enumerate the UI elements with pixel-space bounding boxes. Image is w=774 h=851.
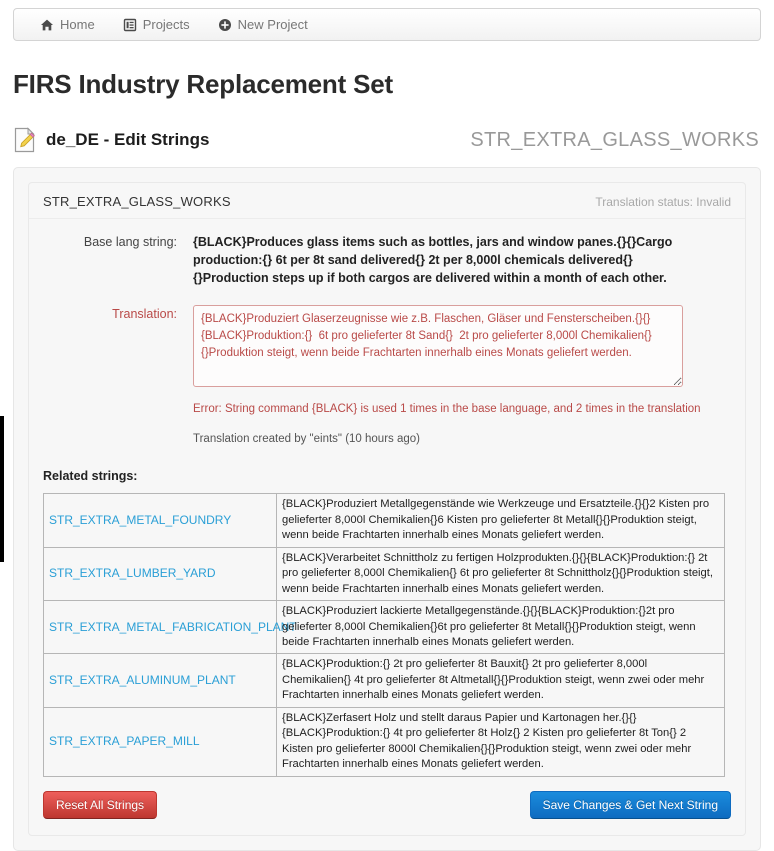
- panel-header: STR_EXTRA_GLASS_WORKS Translation status…: [29, 183, 745, 219]
- base-string-value: {BLACK}Produces glass items such as bott…: [193, 235, 673, 286]
- nav-item-projects[interactable]: Projects: [109, 9, 204, 40]
- section-title: de_DE - Edit Strings: [46, 130, 210, 149]
- page-title: FIRS Industry Replacement Set: [13, 69, 393, 99]
- table-cell-value: {BLACK}Produktion:{} 2t pro gelieferter …: [276, 653, 725, 708]
- section-header-left: de_DE - Edit Strings: [13, 127, 209, 153]
- translation-credit: Translation created by "eints" (10 hours…: [193, 433, 420, 446]
- table-row: STR_EXTRA_LUMBER_YARD {BLACK}Verarbeitet…: [43, 546, 725, 602]
- table-cell-key: STR_EXTRA_PAPER_MILL: [43, 706, 277, 777]
- section-header: de_DE - Edit Strings STR_EXTRA_GLASS_WOR…: [13, 127, 761, 153]
- related-strings-body: STR_EXTRA_METAL_FOUNDRY {BLACK}Produzier…: [43, 493, 725, 777]
- validation-error-message: Error: String command {BLACK} is used 1 …: [193, 403, 701, 416]
- home-icon: [40, 18, 54, 32]
- table-cell-key: STR_EXTRA_METAL_FOUNDRY: [43, 493, 277, 548]
- edit-document-icon: [13, 127, 37, 153]
- translation-row: Translation: Error: String command {BLAC…: [43, 305, 731, 445]
- table-cell-value: {BLACK}Produziert Metallgegenstände wie …: [276, 493, 725, 548]
- content-well: STR_EXTRA_GLASS_WORKS Translation status…: [13, 167, 761, 851]
- table-cell-key: STR_EXTRA_LUMBER_YARD: [43, 546, 277, 602]
- related-strings-heading: Related strings:: [43, 469, 138, 484]
- translation-input[interactable]: [193, 305, 683, 388]
- translation-status: Translation status: Invalid: [595, 194, 731, 209]
- table-row: STR_EXTRA_METAL_FOUNDRY {BLACK}Produzier…: [43, 493, 725, 548]
- page-scrollbar-thumb[interactable]: [0, 416, 4, 562]
- related-string-link[interactable]: STR_EXTRA_ALUMINUM_PLANT: [49, 673, 236, 687]
- base-string-label: Base lang string:: [83, 235, 177, 249]
- nav-item-home-label: Home: [60, 17, 95, 32]
- action-button-row: Reset All Strings Save Changes & Get Nex…: [43, 790, 731, 825]
- related-string-link[interactable]: STR_EXTRA_LUMBER_YARD: [49, 566, 216, 580]
- base-string-row: Base lang string: {BLACK}Produces glass …: [43, 233, 731, 287]
- table-row: STR_EXTRA_ALUMINUM_PLANT {BLACK}Produkti…: [43, 653, 725, 708]
- table-row: STR_EXTRA_METAL_FABRICATION_PLANT {BLACK…: [43, 600, 725, 655]
- table-cell-value: {BLACK}Zerfasert Holz und stellt daraus …: [276, 706, 725, 777]
- table-row: STR_EXTRA_PAPER_MILL {BLACK}Zerfasert Ho…: [43, 706, 725, 777]
- table-cell-value: {BLACK}Verarbeitet Schnittholz zu fertig…: [276, 546, 725, 602]
- panel-header-title: STR_EXTRA_GLASS_WORKS: [43, 194, 231, 209]
- base-string-control: {BLACK}Produces glass items such as bott…: [193, 233, 731, 287]
- page-container: Home Projects New Project FIRS Industry …: [0, 8, 774, 851]
- section-string-name: STR_EXTRA_GLASS_WORKS: [470, 128, 759, 151]
- plus-circle-icon: [218, 18, 232, 32]
- table-cell-value: {BLACK}Produziert lackierte Metallgegens…: [276, 600, 725, 655]
- string-panel: STR_EXTRA_GLASS_WORKS Translation status…: [28, 182, 746, 837]
- nav-item-new-project[interactable]: New Project: [204, 9, 322, 40]
- table-cell-key: STR_EXTRA_METAL_FABRICATION_PLANT: [43, 600, 297, 655]
- translation-label: Translation:: [112, 307, 177, 322]
- nav-item-home[interactable]: Home: [26, 9, 109, 40]
- translation-control: Error: String command {BLACK} is used 1 …: [193, 305, 731, 445]
- panel-body: Base lang string: {BLACK}Produces glass …: [29, 219, 745, 835]
- table-cell-key: STR_EXTRA_ALUMINUM_PLANT: [43, 653, 277, 708]
- main-navbar: Home Projects New Project: [13, 8, 761, 41]
- related-strings-table: STR_EXTRA_METAL_FOUNDRY {BLACK}Produzier…: [43, 493, 725, 777]
- list-icon: [123, 18, 137, 32]
- related-string-link[interactable]: STR_EXTRA_METAL_FOUNDRY: [49, 513, 231, 527]
- nav-item-new-project-label: New Project: [237, 17, 308, 32]
- related-string-link[interactable]: STR_EXTRA_METAL_FABRICATION_PLANT: [49, 620, 297, 634]
- related-string-link[interactable]: STR_EXTRA_PAPER_MILL: [49, 734, 200, 748]
- nav-item-projects-label: Projects: [142, 17, 190, 32]
